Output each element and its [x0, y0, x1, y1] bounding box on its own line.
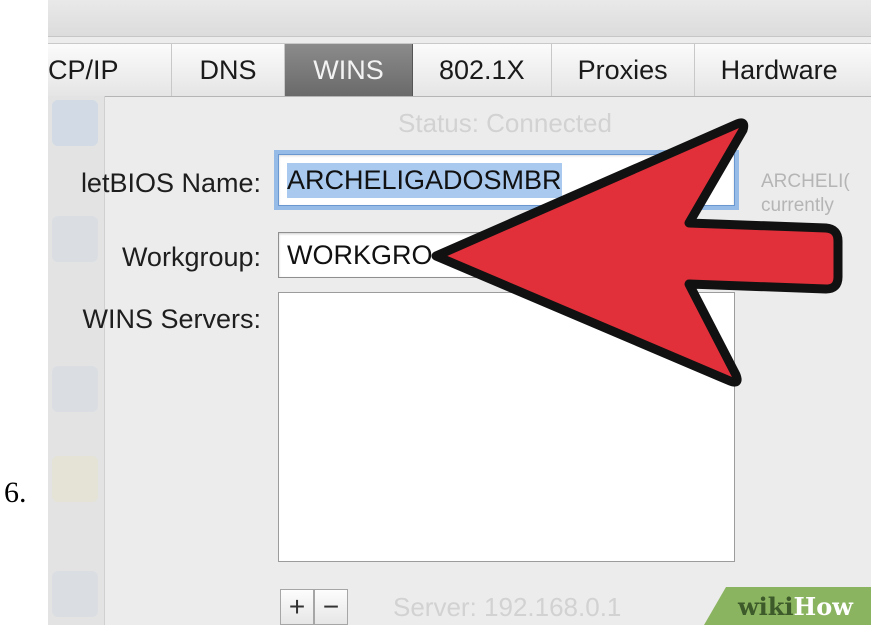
tab-hardware[interactable]: Hardware — [695, 44, 838, 96]
step-number: 6. — [4, 476, 27, 509]
server-ghost-text: Server: 192.168.0.1 — [393, 592, 622, 622]
side-note-line2: currently — [761, 195, 834, 216]
wins-servers-list[interactable] — [278, 292, 735, 562]
window-top-strip — [48, 0, 871, 37]
tab-8021x[interactable]: 802.1X — [413, 44, 552, 96]
netbios-side-note: ARCHELI( currently — [761, 170, 850, 218]
tab-wins[interactable]: WINS — [285, 44, 413, 96]
status-ghost-text: Status: Connected — [398, 108, 612, 138]
workgroup-value: WORKGRO — [287, 239, 433, 270]
add-server-button[interactable]: + — [280, 589, 314, 625]
service-icon — [52, 216, 98, 262]
netbios-name-label: letBIOS Name: — [80, 168, 261, 198]
tab-proxies[interactable]: Proxies — [552, 44, 695, 96]
service-icon — [52, 366, 98, 412]
service-icon — [52, 571, 98, 617]
service-icon — [52, 100, 98, 146]
tab-bar: CP/IP DNS WINS 802.1X Proxies Hardware — [48, 43, 871, 97]
netbios-name-field[interactable]: ARCHELIGADOSMBR — [278, 154, 735, 206]
workgroup-label: Workgroup: — [121, 242, 261, 272]
side-note-line1: ARCHELI( — [761, 171, 850, 192]
network-settings-screenshot: CP/IP DNS WINS 802.1X Proxies Hardware S… — [48, 0, 871, 625]
wikihow-watermark: wikiHow — [738, 592, 853, 621]
tab-dns[interactable]: DNS — [172, 44, 285, 96]
netbios-name-value: ARCHELIGADOSMBR — [287, 162, 562, 198]
workgroup-field[interactable]: WORKGRO — [278, 232, 735, 278]
remove-server-button[interactable]: − — [314, 589, 348, 625]
wins-servers-label: WINS Servers: — [82, 304, 261, 334]
service-icon — [52, 456, 98, 502]
tab-tcpip[interactable]: CP/IP — [48, 44, 172, 96]
